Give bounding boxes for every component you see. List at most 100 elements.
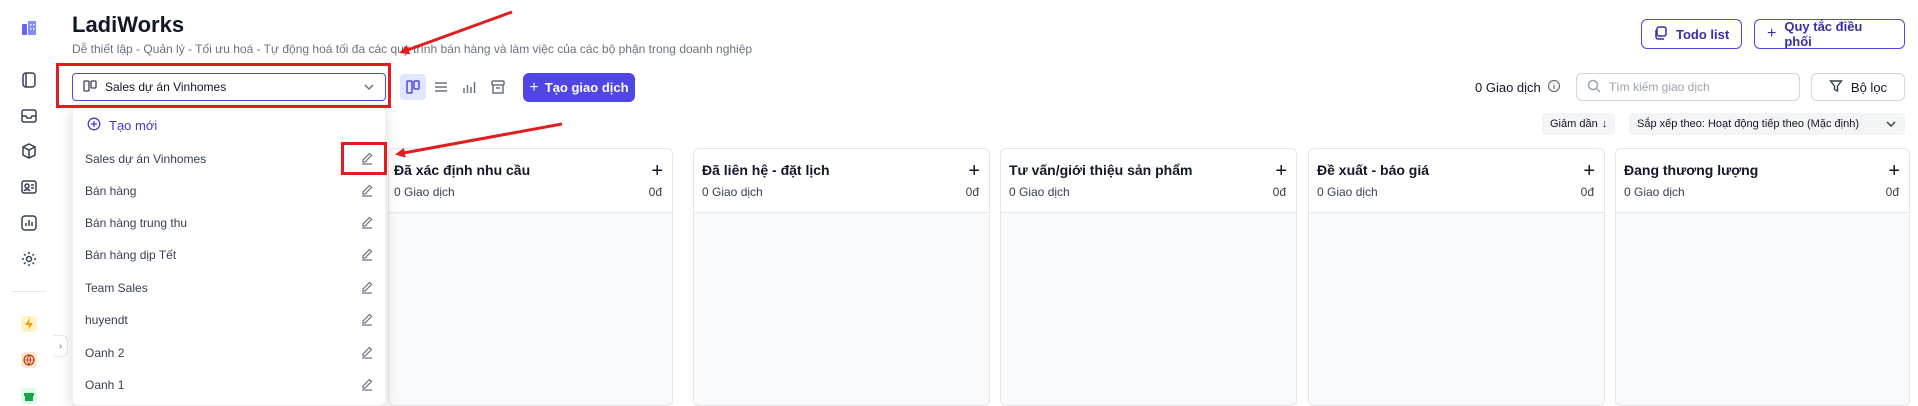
- add-deal-icon[interactable]: +: [651, 161, 663, 181]
- add-deal-icon[interactable]: +: [968, 161, 980, 181]
- search-placeholder: Tìm kiếm giao dịch: [1609, 80, 1710, 94]
- plus-circle-icon: [87, 117, 101, 134]
- column-deal-count: 0 Giao dịch: [1009, 185, 1070, 199]
- list-view-button[interactable]: [428, 74, 454, 100]
- add-deal-icon[interactable]: +: [1888, 161, 1900, 181]
- filter-label: Bộ lọc: [1850, 79, 1888, 95]
- edit-pencil-icon[interactable]: [360, 280, 374, 299]
- column-deal-count: 0 Giao dịch: [1317, 185, 1378, 199]
- page-subtitle: Dễ thiết lập - Quản lý - Tối ưu hoá - Tự…: [72, 42, 753, 56]
- plus-icon: +: [1767, 25, 1777, 42]
- kanban-column: Đã xác định nhu cầu 0 Giao dịch 0đ +: [388, 148, 673, 406]
- pipeline-option[interactable]: Team Sales: [73, 276, 387, 302]
- chevron-down-icon: [1885, 118, 1897, 133]
- search-icon: [1587, 79, 1601, 96]
- pipeline-option-label: Bán hàng trung thu: [85, 216, 188, 230]
- add-deal-icon[interactable]: +: [1583, 161, 1595, 181]
- archive-view-button[interactable]: [485, 74, 511, 100]
- page-title: LadiWorks: [72, 12, 185, 37]
- settings-icon[interactable]: [19, 249, 39, 269]
- kanban-column: Tư vấn/giới thiệu sản phẩm 0 Giao dịch 0…: [1000, 148, 1297, 406]
- deal-count: 0 Giao dịch: [1475, 79, 1561, 96]
- store-icon[interactable]: [19, 386, 39, 406]
- kanban-column: Đã liên hệ - đặt lịch 0 Giao dịch 0đ +: [693, 148, 990, 406]
- column-header: Đã liên hệ - đặt lịch 0 Giao dịch 0đ +: [694, 149, 989, 213]
- pipeline-option[interactable]: Oanh 2: [73, 341, 387, 367]
- globe-icon[interactable]: [19, 350, 39, 370]
- column-name: Đã liên hệ - đặt lịch: [702, 162, 830, 178]
- chart-icon[interactable]: [19, 213, 39, 233]
- filter-button[interactable]: Bộ lọc: [1811, 73, 1905, 101]
- add-deal-icon[interactable]: +: [1275, 161, 1287, 181]
- edit-pencil-icon[interactable]: [360, 377, 374, 396]
- column-header: Đang thương lượng 0 Giao dịch 0đ +: [1616, 149, 1909, 213]
- left-nav-rail: [0, 0, 58, 406]
- create-deal-label: Tạo giao dịch: [544, 80, 629, 95]
- rail-divider: [12, 291, 46, 292]
- pipeline-option[interactable]: Sales dự án Vinhomes: [73, 147, 387, 173]
- column-amount: 0đ: [648, 185, 662, 199]
- pipeline-option-label: Bán hàng dịp Tết: [85, 248, 177, 262]
- pipeline-option[interactable]: huyendt: [73, 308, 387, 334]
- edit-pencil-icon[interactable]: [360, 312, 374, 331]
- kanban-column: Đang thương lượng 0 Giao dịch 0đ +: [1615, 148, 1910, 406]
- info-icon[interactable]: [1547, 79, 1561, 96]
- edit-pencil-icon[interactable]: [360, 247, 374, 266]
- pipeline-option-label: Bán hàng: [85, 184, 137, 198]
- edit-pencil-icon[interactable]: [360, 215, 374, 234]
- sort-direction-label: Giảm dần: [1550, 118, 1598, 130]
- column-amount: 0đ: [1272, 185, 1286, 199]
- column-deal-count: 0 Giao dịch: [394, 185, 455, 199]
- chart-view-button[interactable]: [456, 74, 482, 100]
- column-amount: 0đ: [1580, 185, 1594, 199]
- column-amount: 0đ: [965, 185, 979, 199]
- column-name: Đã xác định nhu cầu: [394, 162, 531, 178]
- pipeline-option[interactable]: Oanh 1: [73, 373, 387, 399]
- kanban-column: Đề xuất - báo giá 0 Giao dịch 0đ +: [1308, 148, 1605, 406]
- column-name: Tư vấn/giới thiệu sản phẩm: [1009, 162, 1193, 178]
- kanban-view-button[interactable]: [400, 74, 426, 100]
- building-icon[interactable]: [19, 18, 39, 38]
- create-deal-button[interactable]: + Tạo giao dịch: [523, 73, 635, 102]
- column-amount: 0đ: [1885, 185, 1899, 199]
- inbox-icon[interactable]: [19, 70, 39, 90]
- pipeline-option-label: huyendt: [85, 313, 128, 327]
- create-pipeline-button[interactable]: Tạo mới: [87, 117, 157, 134]
- plus-icon: +: [529, 78, 539, 96]
- column-name: Đang thương lượng: [1624, 162, 1759, 178]
- column-deal-count: 0 Giao dịch: [702, 185, 763, 199]
- sidebar-collapse-toggle[interactable]: ›: [54, 335, 68, 357]
- pipeline-option-label: Oanh 2: [85, 346, 125, 360]
- deal-count-text: 0 Giao dịch: [1475, 80, 1541, 95]
- column-header: Đã xác định nhu cầu 0 Giao dịch 0đ +: [389, 149, 672, 213]
- sort-direction-button[interactable]: Giảm dần ↓: [1542, 113, 1616, 135]
- dispatch-rules-button[interactable]: + Quy tắc điều phối: [1754, 19, 1905, 49]
- pipeline-option[interactable]: Bán hàng: [73, 179, 387, 205]
- pipeline-option-label: Sales dự án Vinhomes: [85, 152, 207, 166]
- pipeline-option[interactable]: Bán hàng dịp Tết: [73, 243, 387, 269]
- annotation-highlight-box: [341, 142, 387, 175]
- pipeline-option-label: Oanh 1: [85, 378, 125, 392]
- app-root: › LadiWorks Dễ thiết lập - Quản lý - Tối…: [0, 0, 1918, 406]
- dispatch-rules-label: Quy tắc điều phối: [1784, 19, 1863, 49]
- column-name: Đề xuất - báo giá: [1317, 162, 1430, 178]
- pipeline-option-label: Team Sales: [85, 281, 148, 295]
- todo-icon: [1654, 25, 1668, 43]
- lightning-icon[interactable]: [19, 314, 39, 334]
- pipeline-option[interactable]: Bán hàng trung thu: [73, 211, 387, 237]
- pipeline-dropdown-menu: Tạo mới Sales dự án Vinhomes Bán hàng Bá…: [72, 104, 386, 406]
- create-pipeline-label: Tạo mới: [109, 118, 158, 133]
- layers-icon[interactable]: [19, 106, 39, 126]
- search-input[interactable]: Tìm kiếm giao dịch: [1576, 73, 1800, 101]
- arrow-down-icon: ↓: [1601, 118, 1608, 130]
- todo-list-button[interactable]: Todo list: [1641, 19, 1743, 49]
- edit-pencil-icon[interactable]: [360, 183, 374, 202]
- box-icon[interactable]: [19, 141, 39, 161]
- column-deal-count: 0 Giao dịch: [1624, 185, 1685, 199]
- sort-by-select[interactable]: Sắp xếp theo: Hoạt động tiếp theo (Mặc đ…: [1629, 113, 1905, 135]
- edit-pencil-icon[interactable]: [360, 345, 374, 364]
- contact-card-icon[interactable]: [19, 177, 39, 197]
- column-header: Đề xuất - báo giá 0 Giao dịch 0đ +: [1309, 149, 1604, 213]
- column-header: Tư vấn/giới thiệu sản phẩm 0 Giao dịch 0…: [1001, 149, 1296, 213]
- filter-icon: [1828, 79, 1843, 96]
